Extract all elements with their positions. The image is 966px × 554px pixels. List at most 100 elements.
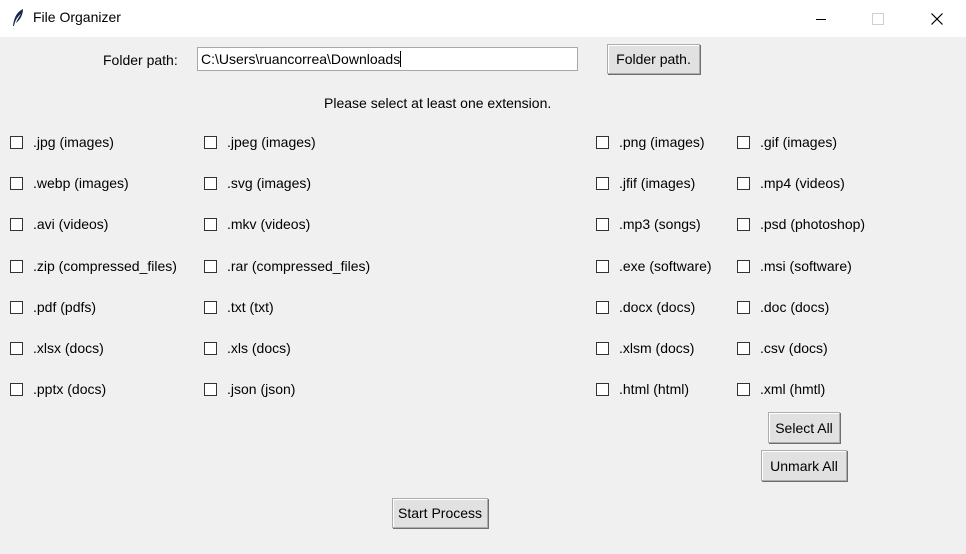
checkbox-label: .mkv (videos) [227,216,311,232]
checkbox-exe[interactable]: .exe (software) [596,258,712,274]
checkbox-label: .pdf (pdfs) [33,299,97,315]
maximize-icon [872,12,884,25]
checkbox-label: .xlsx (docs) [33,340,104,356]
checkbox-label: .pptx (docs) [33,381,107,397]
checkbox-mp4[interactable]: .mp4 (videos) [737,175,845,191]
checkbox-box[interactable] [10,176,23,190]
checkbox-jpeg[interactable]: .jpeg (images) [204,134,316,150]
checkbox-box[interactable] [204,259,217,273]
checkbox-label: .jpg (images) [33,134,114,150]
checkbox-pptx[interactable]: .pptx (docs) [10,381,106,397]
checkbox-png[interactable]: .png (images) [596,134,705,150]
checkbox-label: .gif (images) [760,134,838,150]
checkbox-label: .docx (docs) [619,299,696,315]
checkbox-box[interactable] [737,176,750,190]
checkbox-avi[interactable]: .avi (videos) [10,216,108,232]
checkbox-label: .json (json) [227,381,296,397]
unmark-all-button[interactable]: Unmark All [761,450,847,481]
checkbox-gif[interactable]: .gif (images) [737,134,837,150]
checkbox-label: .xlsm (docs) [619,340,695,356]
checkbox-box[interactable] [10,259,23,273]
checkbox-box[interactable] [204,176,217,190]
title-bar: File Organizer [0,0,966,37]
checkbox-json[interactable]: .json (json) [204,381,295,397]
checkbox-mp3[interactable]: .mp3 (songs) [596,216,701,232]
checkbox-doc[interactable]: .doc (docs) [737,299,829,315]
checkbox-rar[interactable]: .rar (compressed_files) [204,258,370,274]
status-message: Please select at least one extension. [324,95,552,111]
checkbox-box[interactable] [10,300,23,314]
checkbox-box[interactable] [204,217,217,231]
checkbox-psd[interactable]: .psd (photoshop) [737,216,865,232]
checkbox-txt[interactable]: .txt (txt) [204,299,274,315]
checkbox-box[interactable] [204,135,217,149]
checkbox-label: .jfif (images) [619,175,696,191]
checkbox-label: .msi (software) [760,258,852,274]
checkbox-label: .exe (software) [619,258,712,274]
checkbox-box[interactable] [596,135,609,149]
minimize-button[interactable] [792,0,850,37]
window-title: File Organizer [33,9,121,25]
checkbox-webp[interactable]: .webp (images) [10,175,129,191]
checkbox-box[interactable] [596,382,609,396]
folder-path-input[interactable]: C:\Users\ruancorrea\Downloads [197,47,578,71]
text-caret [400,51,402,67]
checkbox-label: .jpeg (images) [227,134,316,150]
minimize-icon [816,18,826,20]
checkbox-box[interactable] [10,382,23,396]
folder-path-button[interactable]: Folder path. [607,44,700,74]
checkbox-label: .html (html) [619,381,689,397]
select-all-button[interactable]: Select All [768,412,840,443]
checkbox-html[interactable]: .html (html) [596,381,689,397]
checkbox-box[interactable] [596,300,609,314]
checkbox-label: .avi (videos) [33,216,109,232]
checkbox-label: .csv (docs) [760,340,828,356]
checkbox-xls[interactable]: .xls (docs) [204,340,291,356]
checkbox-docx[interactable]: .docx (docs) [596,299,695,315]
checkbox-box[interactable] [10,217,23,231]
checkbox-box[interactable] [10,341,23,355]
feather-icon [13,9,23,26]
folder-path-label: Folder path: [103,52,178,68]
checkbox-label: .txt (txt) [227,299,274,315]
checkbox-svg[interactable]: .svg (images) [204,175,311,191]
maximize-button[interactable] [849,0,907,37]
checkbox-label: .mp3 (songs) [619,216,701,232]
checkbox-box[interactable] [737,259,750,273]
checkbox-box[interactable] [737,382,750,396]
checkbox-msi[interactable]: .msi (software) [737,258,852,274]
checkbox-xml[interactable]: .xml (hmtl) [737,381,825,397]
checkbox-label: .svg (images) [227,175,312,191]
checkbox-label: .png (images) [619,134,705,150]
checkbox-box[interactable] [596,176,609,190]
checkbox-label: .rar (compressed_files) [227,258,371,274]
checkbox-csv[interactable]: .csv (docs) [737,340,828,356]
checkbox-box[interactable] [596,259,609,273]
checkbox-mkv[interactable]: .mkv (videos) [204,216,310,232]
start-process-button[interactable]: Start Process [392,498,488,528]
checkbox-box[interactable] [204,300,217,314]
checkbox-label: .xml (hmtl) [760,381,826,397]
checkbox-box[interactable] [737,341,750,355]
checkbox-jpg[interactable]: .jpg (images) [10,134,114,150]
checkbox-jfif[interactable]: .jfif (images) [596,175,695,191]
checkbox-box[interactable] [737,300,750,314]
checkbox-box[interactable] [596,341,609,355]
checkbox-box[interactable] [737,135,750,149]
checkbox-zip[interactable]: .zip (compressed_files) [10,258,177,274]
checkbox-label: .doc (docs) [760,299,830,315]
checkbox-pdf[interactable]: .pdf (pdfs) [10,299,96,315]
checkbox-box[interactable] [737,217,750,231]
checkbox-label: .xls (docs) [227,340,291,356]
checkbox-label: .zip (compressed_files) [33,258,177,274]
checkbox-label: .webp (images) [33,175,129,191]
folder-path-value: C:\Users\ruancorrea\Downloads [201,51,401,67]
main-window: Folder path: C:\Users\ruancorrea\Downloa… [0,37,966,554]
close-button[interactable] [908,0,966,37]
checkbox-box[interactable] [204,341,217,355]
checkbox-xlsx[interactable]: .xlsx (docs) [10,340,104,356]
checkbox-box[interactable] [10,135,23,149]
checkbox-box[interactable] [596,217,609,231]
checkbox-box[interactable] [204,382,217,396]
checkbox-xlsm[interactable]: .xlsm (docs) [596,340,694,356]
